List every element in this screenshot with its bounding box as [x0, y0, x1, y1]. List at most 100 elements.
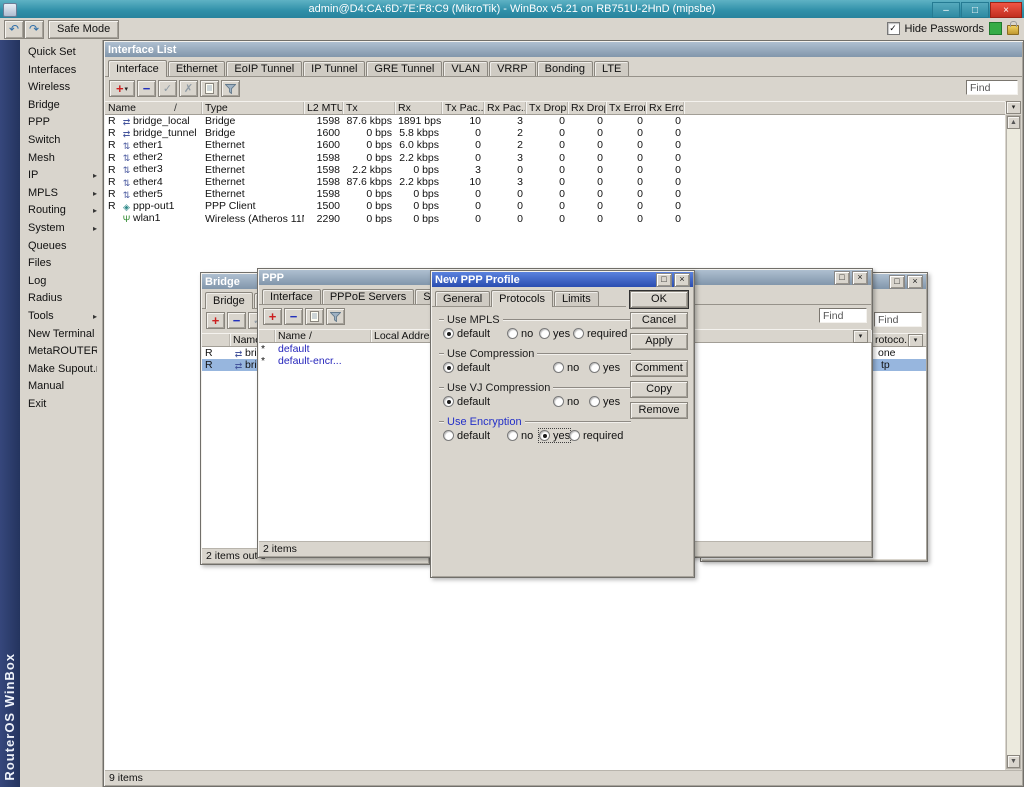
sidebar-item-ppp[interactable]: PPP — [20, 114, 102, 132]
redo-button[interactable]: ↷ — [24, 20, 44, 39]
use-mpls-no-radio[interactable]: no — [507, 327, 533, 340]
sidebar-item-metarouter[interactable]: MetaROUTER — [20, 343, 102, 361]
find-input[interactable] — [874, 312, 922, 327]
add-button[interactable]: + — [206, 312, 225, 329]
tab-bonding[interactable]: Bonding — [537, 61, 593, 76]
use-encryption-no-radio[interactable]: no — [507, 429, 533, 442]
tab-vlan[interactable]: VLAN — [443, 61, 488, 76]
tab-protocols[interactable]: Protocols — [491, 290, 553, 307]
use-vj-compression-default-radio[interactable]: default — [443, 395, 490, 408]
find-input[interactable] — [819, 308, 867, 323]
remove-button[interactable]: − — [284, 308, 303, 325]
table-row[interactable]: R ⇄bridge_tunnel Bridge 1600 0 bps 5.8 k… — [105, 127, 1005, 139]
restore-button[interactable]: □ — [656, 273, 672, 287]
remove-button[interactable]: − — [137, 80, 156, 97]
sidebar-item-switch[interactable]: Switch — [20, 132, 102, 150]
interface-list-titlebar[interactable]: Interface List — [105, 42, 1022, 57]
vertical-scrollbar[interactable]: ▲ ▼ — [1006, 115, 1021, 769]
column-header-tx-packet[interactable]: Tx Pac... — [442, 102, 484, 114]
undo-button[interactable]: ↶ — [4, 20, 24, 39]
safe-mode-button[interactable]: Safe Mode — [48, 20, 119, 39]
remove-button[interactable]: Remove — [630, 402, 688, 419]
sidebar-item-system[interactable]: System▸ — [20, 220, 102, 238]
use-compression-yes-radio[interactable]: yes — [589, 361, 620, 374]
use-vj-compression-yes-radio[interactable]: yes — [589, 395, 620, 408]
sidebar-item-mesh[interactable]: Mesh — [20, 150, 102, 168]
hide-passwords-label[interactable]: Hide Passwords — [905, 23, 984, 35]
column-header-tx[interactable]: Tx — [343, 102, 395, 114]
close-button[interactable]: × — [852, 271, 868, 285]
tab-interface[interactable]: Interface — [108, 60, 167, 77]
table-row[interactable]: R ⇅ether4 Ethernet 1598 87.6 kbps 2.2 kb… — [105, 176, 1005, 188]
copy-button[interactable]: Copy — [630, 381, 688, 398]
tab-vrrp[interactable]: VRRP — [489, 61, 536, 76]
sidebar-item-files[interactable]: Files — [20, 255, 102, 273]
close-button[interactable]: × — [674, 273, 690, 287]
tab-bridge[interactable]: Bridge — [205, 292, 253, 309]
column-header-rx-packet[interactable]: Rx Pac... — [484, 102, 526, 114]
add-button[interactable]: + — [263, 308, 282, 325]
cancel-button[interactable]: Cancel — [630, 312, 688, 329]
use-compression-default-radio[interactable]: default — [443, 361, 490, 374]
table-row[interactable]: Ψwlan1 Wireless (Atheros 11N) 2290 0 bps… — [105, 213, 1005, 225]
sidebar-item-routing[interactable]: Routing▸ — [20, 202, 102, 220]
window-titlebar[interactable]: admin@D4:CA:6D:7E:F8:C9 (MikroTik) - Win… — [0, 0, 1024, 19]
table-row[interactable]: R ⇄bridge_local Bridge 1598 87.6 kbps 18… — [105, 115, 1005, 127]
sidebar-item-new-terminal[interactable]: New Terminal — [20, 326, 102, 344]
sidebar-item-mpls[interactable]: MPLS▸ — [20, 185, 102, 203]
filter-button[interactable] — [326, 308, 345, 325]
restore-button[interactable]: □ — [834, 271, 850, 285]
sidebar-item-make-supout-rif[interactable]: Make Supout.rif — [20, 361, 102, 379]
column-chooser-button[interactable]: ▾ — [908, 334, 923, 347]
use-mpls-yes-radio[interactable]: yes — [539, 327, 570, 340]
comment-button[interactable]: Comment — [630, 360, 688, 377]
tab-limits[interactable]: Limits — [554, 291, 599, 306]
table-row[interactable]: R ⇅ether1 Ethernet 1600 0 bps 6.0 kbps 0… — [105, 139, 1005, 151]
disable-button[interactable]: ✗ — [179, 80, 198, 97]
table-row[interactable]: R ⇅ether5 Ethernet 1598 0 bps 0 bps 0 0 … — [105, 188, 1005, 200]
hide-passwords-checkbox[interactable]: ✓ — [887, 22, 900, 35]
apply-button[interactable]: Apply — [630, 333, 688, 350]
column-chooser-button[interactable]: ▾ — [1006, 101, 1021, 114]
use-mpls-default-radio[interactable]: default — [443, 327, 490, 340]
column-header-protocol[interactable]: rotoco... — [872, 334, 910, 346]
dialog-titlebar[interactable]: New PPP Profile □ × — [432, 272, 693, 287]
scroll-down-button[interactable]: ▼ — [1007, 755, 1020, 768]
use-encryption-default-radio[interactable]: default — [443, 429, 490, 442]
column-header-name[interactable]: Name/ — [105, 102, 202, 114]
tab-general[interactable]: General — [435, 291, 490, 306]
column-header-rx-drops[interactable]: Rx Drops — [568, 102, 606, 114]
sidebar-item-queues[interactable]: Queues — [20, 238, 102, 256]
tab-eoip-tunnel[interactable]: EoIP Tunnel — [226, 61, 302, 76]
find-input[interactable] — [966, 80, 1018, 95]
ok-button[interactable]: OK — [630, 291, 688, 308]
tab-pppoe-servers[interactable]: PPPoE Servers — [322, 289, 414, 304]
sidebar-item-tools[interactable]: Tools▸ — [20, 308, 102, 326]
sidebar-item-quick-set[interactable]: Quick Set — [20, 44, 102, 62]
tab-ip-tunnel[interactable]: IP Tunnel — [303, 61, 365, 76]
column-header-type[interactable]: Type — [202, 102, 304, 114]
minimize-button[interactable]: – — [932, 2, 960, 18]
enable-button[interactable]: ✓ — [158, 80, 177, 97]
close-button[interactable]: × — [990, 2, 1022, 18]
use-vj-compression-no-radio[interactable]: no — [553, 395, 579, 408]
use-compression-no-radio[interactable]: no — [553, 361, 579, 374]
sidebar-item-interfaces[interactable]: Interfaces — [20, 62, 102, 80]
maximize-button[interactable]: □ — [961, 2, 989, 18]
sidebar-item-log[interactable]: Log — [20, 273, 102, 291]
sidebar-item-exit[interactable]: Exit — [20, 396, 102, 414]
sidebar-item-wireless[interactable]: Wireless — [20, 79, 102, 97]
tab-gre-tunnel[interactable]: GRE Tunnel — [366, 61, 442, 76]
sidebar-item-radius[interactable]: Radius — [20, 290, 102, 308]
column-chooser-button[interactable]: ▾ — [853, 330, 868, 343]
column-header-l2mtu[interactable]: L2 MTU — [304, 102, 343, 114]
filter-button[interactable] — [221, 80, 240, 97]
table-row[interactable]: R ◈ppp-out1 PPP Client 1500 0 bps 0 bps … — [105, 200, 1005, 212]
table-row[interactable]: R ⇅ether3 Ethernet 1598 2.2 kbps 0 bps 3… — [105, 164, 1005, 176]
comment-button[interactable] — [305, 308, 324, 325]
close-button[interactable]: × — [907, 275, 923, 289]
sidebar-item-bridge[interactable]: Bridge — [20, 97, 102, 115]
column-header-tx-drops[interactable]: Tx Drops — [526, 102, 568, 114]
use-encryption-required-radio[interactable]: required — [569, 429, 623, 442]
tab-interface[interactable]: Interface — [262, 289, 321, 304]
